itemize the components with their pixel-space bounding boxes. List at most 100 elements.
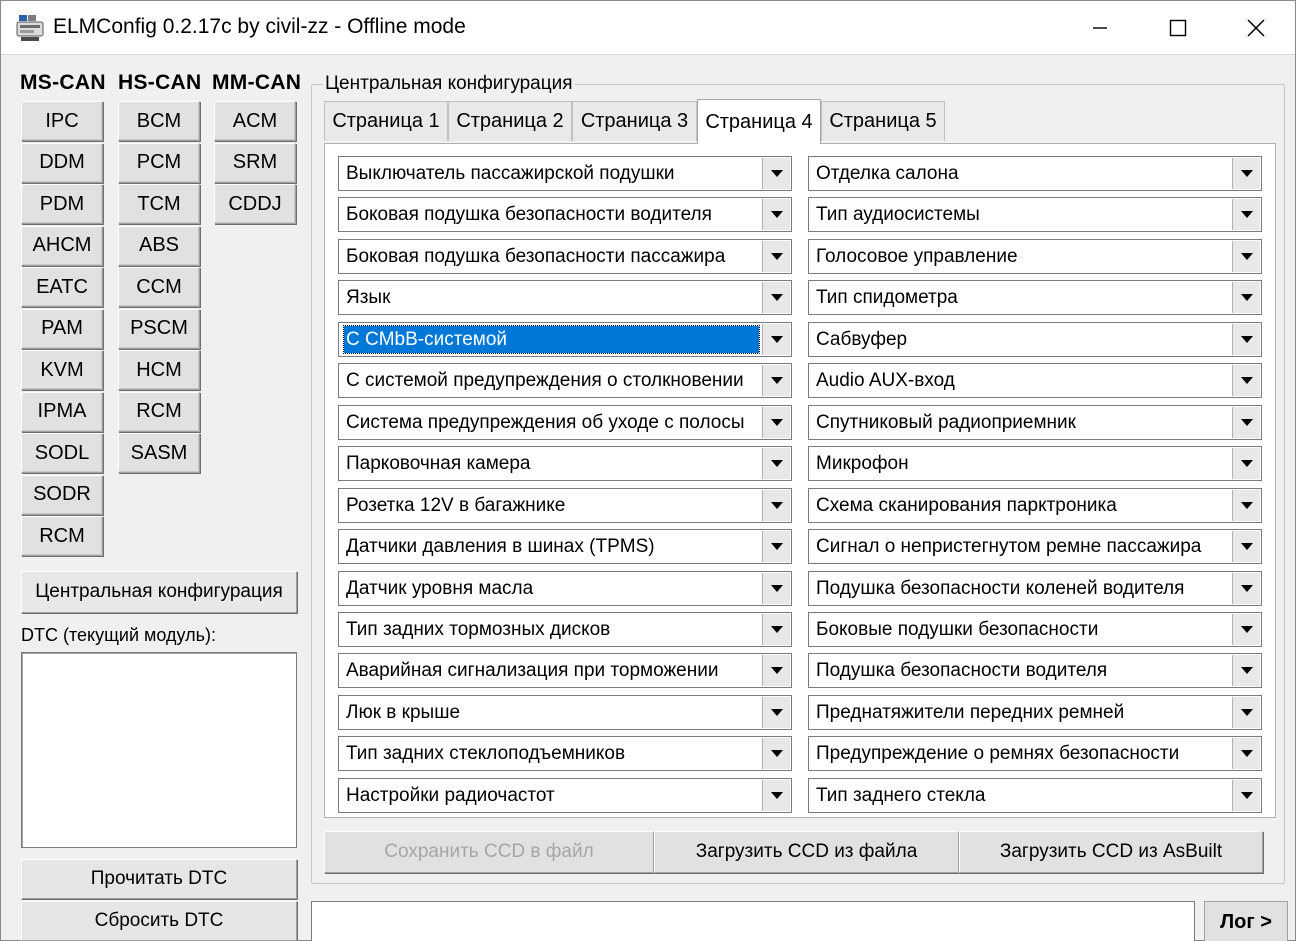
tab-page-1[interactable]: Страница 1 xyxy=(324,101,448,141)
left-option-dropdown-4[interactable]: С CMbB-системой xyxy=(338,321,792,357)
right-option-dropdown-0[interactable]: Отделка салона xyxy=(808,156,1262,191)
dropdown-arrow-button[interactable] xyxy=(762,738,790,770)
right-option-dropdown-9[interactable]: Сигнал о непристегнутом ремне пассажира xyxy=(808,529,1262,565)
left-option-dropdown-11[interactable]: Тип задних тормозных дисков xyxy=(338,611,792,647)
left-option-dropdown-1[interactable]: Боковая подушка безопасности водителя xyxy=(338,197,792,233)
left-option-dropdown-3[interactable]: Язык xyxy=(338,280,792,316)
maximize-button[interactable] xyxy=(1139,1,1217,55)
left-option-dropdown-7[interactable]: Парковочная камера xyxy=(338,446,792,482)
dropdown-arrow-button[interactable] xyxy=(1232,696,1260,728)
ms-can-module-button-10[interactable]: RCM xyxy=(21,516,103,556)
right-option-dropdown-1[interactable]: Тип аудиосистемы xyxy=(808,197,1262,233)
mm-can-module-button-1[interactable]: SRM xyxy=(214,142,296,183)
left-option-dropdown-9[interactable]: Датчики давления в шинах (TPMS) xyxy=(338,529,792,565)
ms-can-module-button-3[interactable]: AHCM xyxy=(21,225,103,266)
ms-can-module-button-5[interactable]: PAM xyxy=(21,308,103,349)
dropdown-arrow-button[interactable] xyxy=(1232,738,1260,770)
ms-can-module-button-8[interactable]: SODL xyxy=(21,433,103,473)
central-config-button[interactable]: Центральная конфигурация xyxy=(21,571,297,613)
close-button[interactable] xyxy=(1217,1,1295,55)
hs-can-module-button-8[interactable]: SASM xyxy=(118,433,200,473)
dropdown-arrow-button[interactable] xyxy=(1232,240,1260,272)
right-option-dropdown-8[interactable]: Схема сканирования парктроника xyxy=(808,487,1262,523)
right-option-dropdown-4[interactable]: Сабвуфер xyxy=(808,321,1262,357)
dropdown-arrow-button[interactable] xyxy=(762,696,790,728)
right-option-dropdown-10[interactable]: Подушка безопасности коленей водителя xyxy=(808,570,1262,606)
minimize-button[interactable] xyxy=(1061,1,1139,55)
left-option-dropdown-8[interactable]: Розетка 12V в багажнике xyxy=(338,487,792,523)
dropdown-arrow-button[interactable] xyxy=(762,323,790,355)
dropdown-arrow-button[interactable] xyxy=(762,365,790,397)
dropdown-arrow-button[interactable] xyxy=(1232,448,1260,480)
dropdown-arrow-button[interactable] xyxy=(762,406,790,438)
dropdown-arrow-button[interactable] xyxy=(1232,489,1260,521)
right-option-dropdown-15[interactable]: Тип заднего стекла xyxy=(808,777,1262,813)
tab-page-3[interactable]: Страница 3 xyxy=(572,101,697,141)
hs-can-module-button-6[interactable]: HCM xyxy=(118,350,200,390)
load-ccd-asbuilt-button[interactable]: Загрузить CCD из AsBuilt xyxy=(959,831,1263,873)
right-option-dropdown-11[interactable]: Боковые подушки безопасности xyxy=(808,611,1262,647)
hs-can-module-button-0[interactable]: BCM xyxy=(118,101,200,141)
left-option-dropdown-13[interactable]: Люк в крыше xyxy=(338,694,792,730)
dropdown-arrow-button[interactable] xyxy=(1232,531,1260,563)
mm-can-module-button-0[interactable]: ACM xyxy=(214,101,296,141)
dropdown-arrow-button[interactable] xyxy=(762,779,790,811)
hs-can-module-button-2[interactable]: TCM xyxy=(118,184,200,224)
load-ccd-file-button[interactable]: Загрузить CCD из файла xyxy=(654,831,959,873)
mm-can-module-button-2[interactable]: CDDJ xyxy=(214,184,296,224)
dropdown-arrow-button[interactable] xyxy=(762,489,790,521)
right-option-dropdown-6[interactable]: Спутниковый радиоприемник xyxy=(808,404,1262,440)
right-option-dropdown-12[interactable]: Подушка безопасности водителя xyxy=(808,653,1262,689)
left-option-dropdown-10[interactable]: Датчик уровня масла xyxy=(338,570,792,606)
hs-can-module-button-4[interactable]: CCM xyxy=(118,267,200,307)
dropdown-arrow-button[interactable] xyxy=(762,613,790,645)
read-dtc-button[interactable]: Прочитать DTC xyxy=(21,859,297,899)
ms-can-module-button-1[interactable]: DDM xyxy=(21,142,103,183)
left-option-dropdown-2[interactable]: Боковая подушка безопасности пассажира xyxy=(338,238,792,274)
dropdown-arrow-button[interactable] xyxy=(1232,406,1260,438)
title-bar[interactable]: ELMConfig 0.2.17c by civil-zz - Offline … xyxy=(1,1,1295,55)
hs-can-module-button-5[interactable]: PSCM xyxy=(118,308,200,349)
dropdown-arrow-button[interactable] xyxy=(1232,158,1260,189)
left-option-dropdown-5[interactable]: С системой предупреждения о столкновении xyxy=(338,363,792,399)
save-ccd-button[interactable]: Сохранить CCD в файл xyxy=(324,831,654,873)
dropdown-arrow-button[interactable] xyxy=(762,158,790,189)
tab-page-5[interactable]: Страница 5 xyxy=(821,101,945,141)
dropdown-arrow-button[interactable] xyxy=(1232,282,1260,314)
dropdown-arrow-button[interactable] xyxy=(1232,572,1260,604)
hs-can-module-button-7[interactable]: RCM xyxy=(118,391,200,432)
dropdown-arrow-button[interactable] xyxy=(762,655,790,687)
dropdown-arrow-button[interactable] xyxy=(762,240,790,272)
right-option-dropdown-2[interactable]: Голосовое управление xyxy=(808,238,1262,274)
left-option-dropdown-0[interactable]: Выключатель пассажирской подушки xyxy=(338,156,792,191)
right-option-dropdown-14[interactable]: Предупреждение о ремнях безопасности xyxy=(808,736,1262,772)
hs-can-module-button-3[interactable]: ABS xyxy=(118,225,200,266)
right-option-dropdown-7[interactable]: Микрофон xyxy=(808,446,1262,482)
ms-can-module-button-6[interactable]: KVM xyxy=(21,350,103,390)
right-option-dropdown-3[interactable]: Тип спидометра xyxy=(808,280,1262,316)
clear-dtc-button[interactable]: Сбросить DTC xyxy=(21,901,297,941)
left-option-dropdown-15[interactable]: Настройки радиочастот xyxy=(338,777,792,813)
dropdown-arrow-button[interactable] xyxy=(762,448,790,480)
tab-page-4[interactable]: Страница 4 xyxy=(697,99,821,144)
dropdown-arrow-button[interactable] xyxy=(762,282,790,314)
ms-can-module-button-4[interactable]: EATC xyxy=(21,267,103,307)
dropdown-arrow-button[interactable] xyxy=(762,572,790,604)
dropdown-arrow-button[interactable] xyxy=(1232,365,1260,397)
dropdown-arrow-button[interactable] xyxy=(1232,779,1260,811)
dropdown-arrow-button[interactable] xyxy=(1232,613,1260,645)
left-option-dropdown-6[interactable]: Система предупреждения об уходе с полосы xyxy=(338,404,792,440)
dropdown-arrow-button[interactable] xyxy=(1232,655,1260,687)
dropdown-arrow-button[interactable] xyxy=(1232,199,1260,231)
log-button[interactable]: Лог > xyxy=(1204,901,1288,941)
dropdown-arrow-button[interactable] xyxy=(762,531,790,563)
left-option-dropdown-12[interactable]: Аварийная сигнализация при торможении xyxy=(338,653,792,689)
dropdown-arrow-button[interactable] xyxy=(1232,323,1260,355)
ms-can-module-button-2[interactable]: PDM xyxy=(21,184,103,224)
ms-can-module-button-0[interactable]: IPC xyxy=(21,101,103,141)
ms-can-module-button-7[interactable]: IPMA xyxy=(21,391,103,432)
dropdown-arrow-button[interactable] xyxy=(762,199,790,231)
dtc-list[interactable] xyxy=(21,652,297,848)
right-option-dropdown-13[interactable]: Преднатяжители передних ремней xyxy=(808,694,1262,730)
tab-page-2[interactable]: Страница 2 xyxy=(448,101,572,141)
